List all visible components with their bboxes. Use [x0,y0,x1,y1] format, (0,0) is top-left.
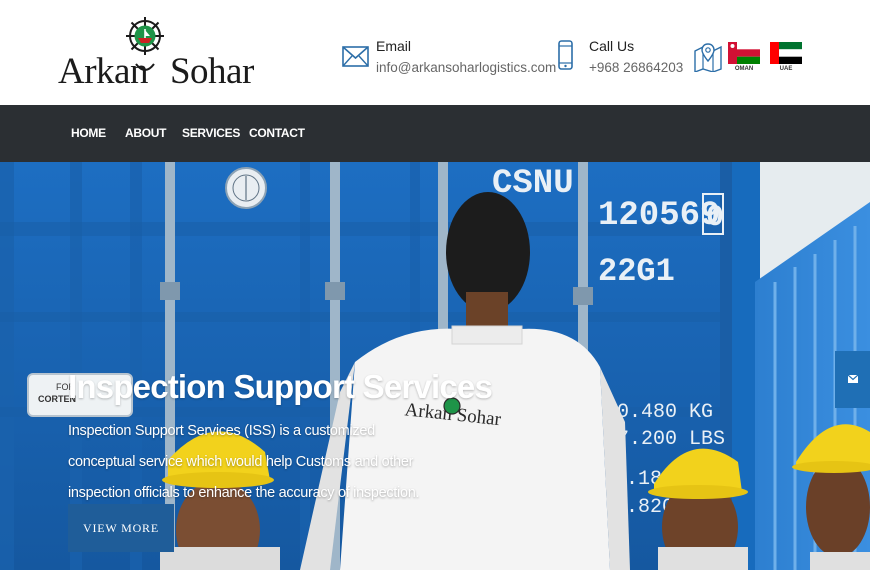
site-header: Arkan Sohar Email info@arkansoharlogistic… [0,0,870,105]
oman-flag-icon[interactable] [728,42,760,64]
main-navigation: HOME ABOUT SERVICES CONTACT [0,105,870,162]
container-type-text: 22G1 [598,253,675,290]
email-label: Email [376,38,412,54]
nav-item-about[interactable]: ABOUT [125,126,166,140]
view-more-button[interactable]: VIEW MORE [68,504,174,552]
envelope-icon [848,375,858,383]
phone-contact: Call Us +968 26864203 [554,38,684,82]
logo-wordmark: Arkan Sohar [58,51,254,92]
hero-title: Inspection Support Services [68,368,493,405]
check-digit-text: 0 [706,201,724,235]
email-address-link[interactable]: info@arkansoharlogistics.com [376,60,556,75]
phone-number-link[interactable]: +968 26864203 [589,60,683,75]
hero-description: Inspection Support Services (ISS) is a c… [68,423,420,501]
nav-item-services[interactable]: SERVICES [182,126,240,140]
oman-caption: OMAN [734,66,754,72]
map-pin-icon [694,43,722,72]
nav-item-contact[interactable]: CONTACT [249,126,305,140]
hero-slider: CSNU 120569 22G1 30.480 KG 67.200 LBS 2.… [0,162,870,570]
envelope-icon [342,46,369,67]
office-locations: OMAN UAE [694,42,806,76]
mobile-phone-icon [558,40,573,70]
uae-caption: UAE [779,66,793,72]
uae-flag-icon[interactable] [770,42,802,64]
side-contact-tab[interactable] [835,351,870,408]
email-contact: Email info@arkansoharlogistics.com [342,38,556,82]
site-logo[interactable]: Arkan Sohar [58,16,254,92]
nav-item-home[interactable]: HOME [71,126,106,140]
phone-label: Call Us [589,38,635,54]
